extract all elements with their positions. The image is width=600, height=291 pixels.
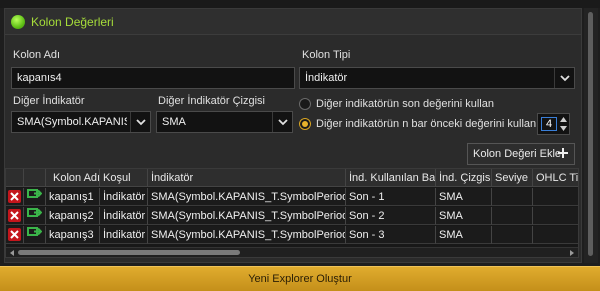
delete-x-icon[interactable] xyxy=(8,228,21,241)
chevron-down-icon[interactable] xyxy=(554,68,574,88)
cell-seviye xyxy=(492,188,533,206)
cell-ohlc-tipi xyxy=(533,226,578,244)
stepper-down-icon[interactable] xyxy=(558,124,568,133)
diger-cizgi-label: Diğer İndikatör Çizgisi xyxy=(158,95,265,107)
cell-kosul: İndikatör xyxy=(100,188,148,206)
radio-nbar-onceki-label: Diğer indikatörün n bar önceki değerini … xyxy=(316,118,543,130)
top-strip xyxy=(0,0,600,8)
cell-ohlc-tipi xyxy=(533,207,578,225)
apply-cell[interactable] xyxy=(24,226,46,244)
add-button-label: Kolon Değeri Ekle xyxy=(473,148,562,160)
apply-arrow-icon[interactable] xyxy=(27,226,43,243)
yeni-explorer-olustur-button[interactable]: Yeni Explorer Oluştur xyxy=(0,266,600,291)
col-header-kullanilan-bar[interactable]: İnd. Kullanılan Bar xyxy=(346,169,436,187)
radio-son-deger[interactable] xyxy=(299,98,311,110)
cell-seviye xyxy=(492,207,533,225)
apply-arrow-icon[interactable] xyxy=(27,207,43,224)
cell-kullanilan-bar: Son - 2 xyxy=(346,207,436,225)
diger-indikator-label: Diğer İndikatör xyxy=(13,95,85,107)
kolon-tipi-selected: İndikatör xyxy=(305,72,348,84)
col-header-ohlc-tipi[interactable]: OHLC Tipi xyxy=(533,169,578,187)
col-header-cizgi[interactable]: İnd. Çizgisi xyxy=(436,169,492,187)
delete-x-icon[interactable] xyxy=(8,209,21,222)
cell-indikator: SMA(Symbol.KAPANIS_T.SymbolPeriod, 1) xyxy=(148,226,346,244)
nbar-stepper[interactable]: 4 xyxy=(537,113,570,135)
cell-kullanilan-bar: Son - 1 xyxy=(346,188,436,206)
kolon-adi-label: Kolon Adı xyxy=(13,49,61,61)
cell-indikator: SMA(Symbol.KAPANIS_T.SymbolPeriod, 1) xyxy=(148,188,346,206)
stepper-up-icon[interactable] xyxy=(558,115,568,124)
delete-cell[interactable] xyxy=(6,207,24,225)
col-header-kolon-adi[interactable]: Kolon Adı xyxy=(46,169,100,187)
apply-cell[interactable] xyxy=(24,188,46,206)
cell-indikator: SMA(Symbol.KAPANIS_T.SymbolPeriod, 1) xyxy=(148,207,346,225)
table-row[interactable]: kapanış3 İndikatör SMA(Symbol.KAPANIS_T.… xyxy=(6,226,578,244)
scroll-right-icon[interactable] xyxy=(568,249,576,257)
cell-cizgi: SMA xyxy=(436,226,492,244)
kolon-tipi-dropdown[interactable]: İndikatör xyxy=(299,67,575,89)
cell-cizgi: SMA xyxy=(436,188,492,206)
chevron-down-icon[interactable] xyxy=(130,112,150,132)
delete-cell[interactable] xyxy=(6,226,24,244)
cell-kolon-adi: kapanış2 xyxy=(46,207,100,225)
kolon-adi-input[interactable]: kapanıs4 xyxy=(11,67,295,89)
kolon-degeri-ekle-button[interactable]: Kolon Değeri Ekle xyxy=(467,143,575,165)
plus-icon xyxy=(558,148,568,158)
apply-arrow-icon[interactable] xyxy=(27,188,43,205)
col-header-seviye[interactable]: Seviye xyxy=(492,169,533,187)
kolon-tipi-label: Kolon Tipi xyxy=(302,49,351,61)
cell-kosul: İndikatör xyxy=(100,207,148,225)
cell-ohlc-tipi xyxy=(533,188,578,206)
diger-indikator-dropdown[interactable]: SMA(Symbol.KAPANIS_T.Sy xyxy=(11,111,151,133)
col-header-apply xyxy=(24,169,46,187)
cell-kolon-adi: kapanış1 xyxy=(46,188,100,206)
table-row[interactable]: kapanış2 İndikatör SMA(Symbol.KAPANIS_T.… xyxy=(6,207,578,225)
delete-cell[interactable] xyxy=(6,188,24,206)
panel-title: Kolon Değerleri xyxy=(31,15,114,29)
cell-kolon-adi: kapanış3 xyxy=(46,226,100,244)
scroll-left-icon[interactable] xyxy=(8,249,16,257)
nbar-value[interactable]: 4 xyxy=(541,117,557,131)
radio-nbar-onceki[interactable] xyxy=(299,118,311,130)
panel-header: Kolon Değerleri xyxy=(5,9,581,35)
col-header-indikator[interactable]: İndikatör xyxy=(148,169,346,187)
cell-cizgi: SMA xyxy=(436,207,492,225)
apply-cell[interactable] xyxy=(24,207,46,225)
panel-vertical-scrollbar[interactable] xyxy=(584,8,598,263)
green-status-dot-icon xyxy=(11,15,25,29)
cell-kullanilan-bar: Son - 3 xyxy=(346,226,436,244)
diger-indikator-selected: SMA(Symbol.KAPANIS_T.Sy xyxy=(17,116,127,128)
scrollbar-thumb[interactable] xyxy=(18,250,240,255)
col-header-kosul[interactable]: Koşul xyxy=(100,169,148,187)
diger-cizgi-selected: SMA xyxy=(162,116,186,128)
radio-son-deger-label: Diğer indikatörün son değerini kullan xyxy=(316,98,494,110)
table-row[interactable]: kapanış1 İndikatör SMA(Symbol.KAPANIS_T.… xyxy=(6,188,578,206)
diger-cizgi-dropdown[interactable]: SMA xyxy=(156,111,293,133)
cell-seviye xyxy=(492,226,533,244)
table-header: Kolon Adı Koşul İndikatör İnd. Kullanıla… xyxy=(6,169,578,187)
delete-x-icon[interactable] xyxy=(8,190,21,203)
cell-kosul: İndikatör xyxy=(100,226,148,244)
table-horizontal-scrollbar[interactable] xyxy=(6,247,578,257)
vertical-scrollbar-thumb[interactable] xyxy=(588,12,593,256)
kolon-table: Kolon Adı Koşul İndikatör İnd. Kullanıla… xyxy=(5,168,579,258)
col-header-delete xyxy=(6,169,24,187)
chevron-down-icon[interactable] xyxy=(272,112,292,132)
